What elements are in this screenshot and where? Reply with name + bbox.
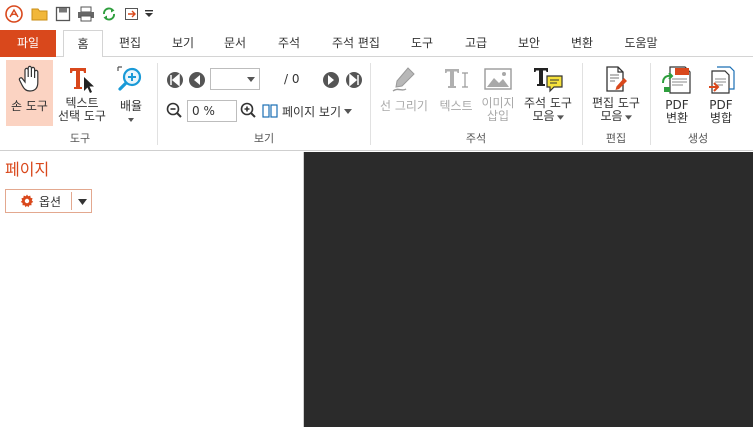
next-page-icon[interactable]	[322, 71, 340, 89]
group-label-view: 보기	[253, 132, 275, 145]
tab-file[interactable]: 파일	[0, 30, 56, 57]
page-view-icon	[262, 104, 278, 118]
hand-icon	[18, 65, 38, 92]
tab-annotation-edit[interactable]: 주석 편집	[325, 30, 387, 57]
text-button[interactable]: 텍스트	[434, 60, 478, 126]
insert-image-button[interactable]: 이미지 삽입	[478, 60, 518, 126]
customize-dropdown-icon[interactable]	[142, 4, 156, 24]
pdf-merge-button[interactable]: PDF 병합	[700, 60, 742, 126]
quick-access-toolbar	[0, 0, 753, 30]
gear-icon	[20, 194, 34, 208]
edit-tools-label-2: 모음	[587, 110, 645, 123]
tab-home[interactable]: 홈	[63, 30, 103, 58]
ribbon: 손 도구 텍스트 선택 도구 배율 도구 / 0 0 % 페이지 보기 보기 선…	[0, 57, 753, 151]
zoom-in-icon[interactable]	[240, 102, 257, 119]
zoom-dropdown-icon	[128, 118, 134, 122]
previous-page-icon[interactable]	[188, 71, 206, 89]
text-select-label-2: 선택 도구	[58, 109, 106, 123]
annotation-note-icon	[534, 68, 563, 93]
refresh-icon[interactable]	[99, 4, 119, 24]
tab-convert[interactable]: 변환	[561, 30, 603, 57]
group-label-annotation: 주석	[465, 132, 487, 145]
page-view-button[interactable]: 페이지 보기	[262, 101, 353, 121]
annotation-tools-label-2: 모음	[520, 110, 576, 123]
hand-tool-button[interactable]: 손 도구	[6, 60, 53, 126]
group-separator	[650, 63, 651, 145]
menu-bar: 파일 홈 편집 보기 문서 주석 주석 편집 도구 고급 보안 변환 도움말	[0, 30, 753, 58]
edit-document-icon	[606, 66, 627, 92]
insert-image-label-2: 삽입	[486, 109, 510, 123]
text-cursor-icon	[445, 69, 468, 88]
pages-panel: 페이지 옵션	[0, 152, 304, 427]
group-separator	[370, 63, 371, 145]
pdf-convert-icon	[662, 66, 691, 94]
page-view-dropdown-icon	[344, 108, 353, 114]
chevron-down-icon	[556, 115, 564, 120]
pen-icon	[392, 67, 415, 92]
edit-tools-button[interactable]: 편집 도구 모음	[587, 60, 645, 126]
panel-title: 페이지	[5, 160, 50, 179]
zoom-magnifier-icon	[117, 66, 142, 91]
pdf-merge-label-2: 병합	[709, 111, 733, 125]
draw-line-button[interactable]: 선 그리기	[375, 60, 433, 126]
pdf-merge-icon	[709, 66, 735, 94]
chevron-down-icon	[78, 199, 87, 205]
tab-view[interactable]: 보기	[163, 30, 203, 57]
save-icon[interactable]	[53, 4, 73, 24]
text-select-tool-button[interactable]: 텍스트 선택 도구	[54, 60, 110, 126]
options-label: 옵션	[39, 194, 62, 209]
print-icon[interactable]	[76, 4, 96, 24]
draw-line-label: 선 그리기	[380, 99, 428, 113]
group-label-tools: 도구	[69, 132, 91, 145]
app-logo-icon	[4, 4, 24, 24]
first-page-icon[interactable]	[166, 71, 184, 89]
open-folder-icon[interactable]	[30, 4, 50, 24]
group-separator	[157, 63, 158, 145]
annotation-tools-button[interactable]: 주석 도구 모음	[520, 60, 576, 126]
zoom-value-input[interactable]: 0 %	[187, 100, 237, 122]
page-count: / 0	[284, 72, 300, 86]
tab-tools[interactable]: 도구	[402, 30, 442, 57]
tab-annotation[interactable]: 주석	[268, 30, 310, 57]
group-label-create: 생성	[687, 132, 709, 145]
tab-help[interactable]: 도움말	[616, 30, 666, 57]
page-number-combobox[interactable]	[210, 68, 260, 90]
tab-edit[interactable]: 편집	[110, 30, 150, 57]
hand-tool-label: 손 도구	[11, 99, 48, 113]
chevron-down-icon	[624, 115, 632, 120]
text-select-icon	[70, 68, 94, 93]
group-label-edit: 편집	[605, 132, 627, 145]
text-label: 텍스트	[439, 99, 473, 113]
zoom-button[interactable]: 배율	[113, 60, 149, 130]
pdf-convert-button[interactable]: PDF 변환	[656, 60, 698, 126]
chevron-down-icon	[247, 77, 255, 82]
options-divider	[71, 192, 72, 210]
last-page-icon[interactable]	[345, 71, 363, 89]
zoom-label: 배율	[119, 99, 143, 113]
document-export-icon[interactable]	[123, 4, 141, 24]
options-dropdown-button[interactable]: 옵션	[5, 189, 92, 213]
tab-document[interactable]: 문서	[215, 30, 255, 57]
page-view-label: 페이지 보기	[282, 104, 342, 119]
image-icon	[484, 68, 512, 90]
tab-security[interactable]: 보안	[508, 30, 550, 57]
zoom-out-icon[interactable]	[166, 102, 183, 119]
tab-advanced[interactable]: 고급	[455, 30, 497, 57]
document-view[interactable]	[304, 152, 753, 427]
pdf-convert-label-2: 변환	[665, 111, 689, 125]
group-separator	[582, 63, 583, 145]
